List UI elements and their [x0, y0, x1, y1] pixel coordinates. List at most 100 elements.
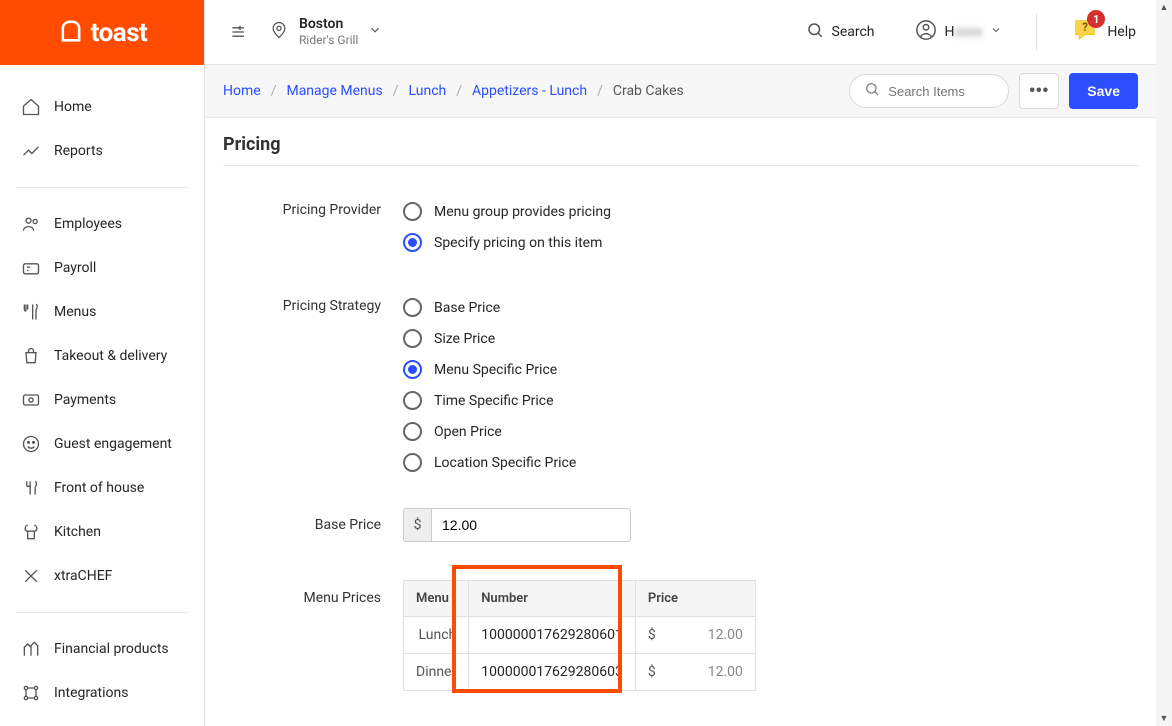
chevron-down-icon [990, 24, 1002, 40]
radio-label: Menu group provides pricing [434, 204, 611, 220]
radio-label: Specify pricing on this item [434, 235, 602, 251]
sidebar-item-label: Integrations [54, 685, 128, 701]
search-icon [806, 21, 824, 43]
brand-name: toast [91, 18, 148, 48]
breadcrumb-sep: / [597, 83, 603, 99]
sidebar-item-employees[interactable]: Employees [0, 202, 204, 246]
sidebar-item-label: Home [54, 99, 92, 115]
payroll-icon [20, 257, 42, 279]
user-name: Hxxxx [945, 24, 983, 40]
topbar: Boston Rider's Grill Search Hxxxx ? 1 [205, 0, 1156, 65]
radio-menu-specific-price[interactable]: Menu Specific Price [403, 354, 963, 385]
radio-icon [403, 202, 422, 221]
guest-icon [20, 433, 42, 455]
section-title: Pricing [223, 134, 1138, 166]
payments-icon [20, 389, 42, 411]
collapse-sidebar-button[interactable] [225, 18, 253, 46]
sidebar-item-label: Financial products [54, 641, 169, 657]
chevron-down-icon [368, 23, 382, 41]
location-pin-icon [269, 20, 289, 44]
radio-icon [403, 233, 422, 252]
home-icon [20, 96, 42, 118]
sidebar-item-financial[interactable]: Financial products [0, 627, 204, 671]
radio-base-price[interactable]: Base Price [403, 292, 963, 323]
reports-icon [20, 140, 42, 162]
employees-icon [20, 213, 42, 235]
scroll-down-arrow[interactable]: ▼ [1160, 713, 1169, 724]
radio-size-price[interactable]: Size Price [403, 323, 963, 354]
breadcrumb-sep: / [393, 83, 399, 99]
save-button[interactable]: Save [1069, 73, 1138, 109]
cell-price[interactable]: $ 12.00 [635, 654, 755, 691]
breadcrumb-bar: Home / Manage Menus / Lunch / Appetizers… [205, 65, 1156, 118]
radio-time-specific-price[interactable]: Time Specific Price [403, 385, 963, 416]
cell-price[interactable]: $ 12.00 [635, 617, 755, 654]
breadcrumb-link[interactable]: Lunch [409, 83, 447, 99]
sidebar: toast Home Reports Employees [0, 0, 205, 726]
radio-label: Base Price [434, 300, 500, 316]
table-header-price: Price [635, 581, 755, 617]
sidebar-item-integrations[interactable]: Integrations [0, 671, 204, 715]
sidebar-item-label: Guest engagement [54, 436, 172, 452]
breadcrumb-link[interactable]: Home [223, 83, 261, 99]
radio-label: Location Specific Price [434, 455, 576, 471]
cell-menu: Lunch [404, 617, 469, 654]
radio-label: Time Specific Price [434, 393, 554, 409]
radio-label: Size Price [434, 331, 495, 347]
help-badge: 1 [1087, 10, 1105, 28]
takeout-icon [20, 345, 42, 367]
user-menu[interactable]: Hxxxx [915, 19, 1003, 45]
sidebar-item-menus[interactable]: Menus [0, 290, 204, 334]
sidebar-item-payroll[interactable]: Payroll [0, 246, 204, 290]
help-icon: ? 1 [1071, 16, 1099, 48]
table-row: Dinner 100000017629280603 $ 12.00 [404, 654, 756, 691]
location-subtitle: Rider's Grill [299, 33, 358, 47]
breadcrumb-sep: / [271, 83, 277, 99]
sidebar-item-guest[interactable]: Guest engagement [0, 422, 204, 466]
global-search-button[interactable]: Search [806, 21, 875, 43]
radio-specify-on-item[interactable]: Specify pricing on this item [403, 227, 963, 258]
radio-icon [403, 298, 422, 317]
sidebar-item-home[interactable]: Home [0, 85, 204, 129]
cell-menu: Dinner [404, 654, 469, 691]
topbar-divider [1036, 14, 1037, 50]
breadcrumb-current: Crab Cakes [613, 83, 684, 99]
sidebar-item-label: xtraCHEF [54, 568, 112, 584]
front-icon [20, 477, 42, 499]
radio-open-price[interactable]: Open Price [403, 416, 963, 447]
currency-prefix: $ [403, 508, 431, 542]
breadcrumb-link[interactable]: Manage Menus [286, 83, 382, 99]
sidebar-item-xtrachef[interactable]: xtraCHEF [0, 554, 204, 598]
radio-icon [403, 422, 422, 441]
sidebar-item-label: Takeout & delivery [54, 348, 167, 364]
search-label: Search [832, 24, 875, 40]
location-selector[interactable]: Boston Rider's Grill [269, 16, 382, 47]
integrations-icon [20, 682, 42, 704]
sidebar-item-payments[interactable]: Payments [0, 378, 204, 422]
radio-icon [403, 329, 422, 348]
page-scrollbar[interactable]: ▲ ▼ [1156, 0, 1172, 726]
radio-location-specific-price[interactable]: Location Specific Price [403, 447, 963, 478]
table-header-menu: Menu [404, 581, 469, 617]
breadcrumb-link[interactable]: Appetizers - Lunch [472, 83, 587, 99]
brand-logo[interactable]: toast [0, 0, 204, 65]
base-price-input[interactable] [431, 508, 631, 542]
location-city: Boston [299, 16, 358, 33]
search-items-input[interactable] [888, 84, 994, 99]
radio-menu-group-provides[interactable]: Menu group provides pricing [403, 196, 963, 227]
search-items-input-wrap[interactable] [849, 74, 1009, 108]
scroll-up-arrow[interactable]: ▲ [1160, 2, 1169, 13]
more-actions-button[interactable]: ••• [1019, 73, 1059, 109]
kitchen-icon [20, 521, 42, 543]
sidebar-item-takeout[interactable]: Takeout & delivery [0, 334, 204, 378]
main-content: Boston Rider's Grill Search Hxxxx ? 1 [205, 0, 1156, 726]
sidebar-item-reports[interactable]: Reports [0, 129, 204, 173]
sidebar-item-kitchen[interactable]: Kitchen [0, 510, 204, 554]
help-button[interactable]: ? 1 Help [1071, 16, 1136, 48]
sidebar-item-label: Reports [54, 143, 103, 159]
price-value: 12.00 [664, 627, 743, 643]
menus-icon [20, 301, 42, 323]
table-header-number: Number [469, 581, 636, 617]
sidebar-item-front[interactable]: Front of house [0, 466, 204, 510]
sidebar-item-label: Menus [54, 304, 96, 320]
